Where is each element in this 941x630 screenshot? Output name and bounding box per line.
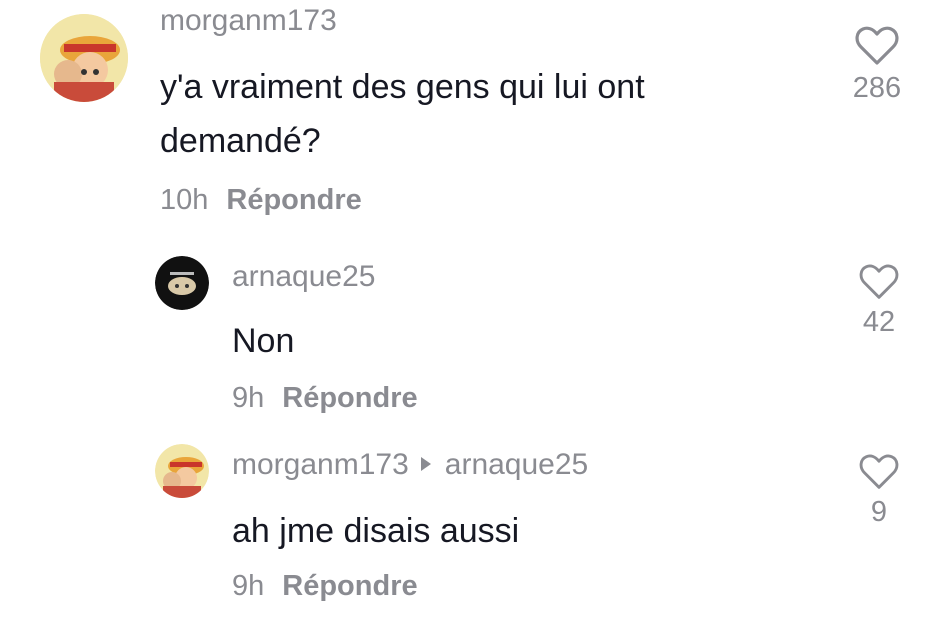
- comment-username-link[interactable]: morganm173: [232, 448, 409, 481]
- triangle-right-icon: [420, 457, 431, 472]
- comment-item: morganm173 y'a vraiment des gens qui lui…: [0, 0, 941, 240]
- comment-text: ah jme disais aussi: [232, 512, 520, 550]
- like-count: 9: [870, 496, 888, 528]
- heart-outline-icon: [855, 26, 899, 65]
- comment-username[interactable]: arnaque25: [232, 260, 375, 294]
- heart-outline-icon: [859, 454, 899, 489]
- comment-username[interactable]: morganm173: [160, 4, 337, 38]
- comment-meta: 9h Répondre: [232, 382, 418, 415]
- reply-button[interactable]: Répondre: [282, 382, 417, 414]
- avatar[interactable]: [155, 444, 209, 498]
- like-count: 286: [852, 72, 902, 104]
- like-button[interactable]: 286: [842, 26, 912, 105]
- heart-outline-icon: [859, 264, 899, 299]
- reply-item: morganm173 arnaque25 ah jme disais aussi …: [0, 432, 941, 630]
- reply-button[interactable]: Répondre: [282, 570, 417, 602]
- comment-text: Non: [232, 322, 295, 360]
- like-count: 42: [862, 306, 896, 338]
- comment-timestamp: 9h: [232, 570, 265, 602]
- like-button[interactable]: 42: [844, 264, 914, 339]
- comment-meta: 10h Répondre: [160, 184, 362, 217]
- comment-username: morganm173 arnaque25: [232, 448, 588, 482]
- reply-item: arnaque25 Non 9h Répondre 42: [0, 240, 941, 430]
- comment-text: y'a vraiment des gens qui lui ont demand…: [160, 68, 645, 160]
- avatar[interactable]: [155, 256, 209, 310]
- avatar-image: [155, 444, 209, 498]
- like-button[interactable]: 9: [844, 454, 914, 529]
- avatar-image: [155, 256, 209, 310]
- reply-button[interactable]: Répondre: [226, 184, 361, 216]
- comment-timestamp: 10h: [160, 184, 209, 216]
- comment-timestamp: 9h: [232, 382, 265, 414]
- avatar-image: [40, 14, 128, 102]
- comment-meta: 9h Répondre: [232, 570, 418, 603]
- reply-target-username[interactable]: arnaque25: [445, 448, 588, 481]
- avatar[interactable]: [40, 14, 128, 102]
